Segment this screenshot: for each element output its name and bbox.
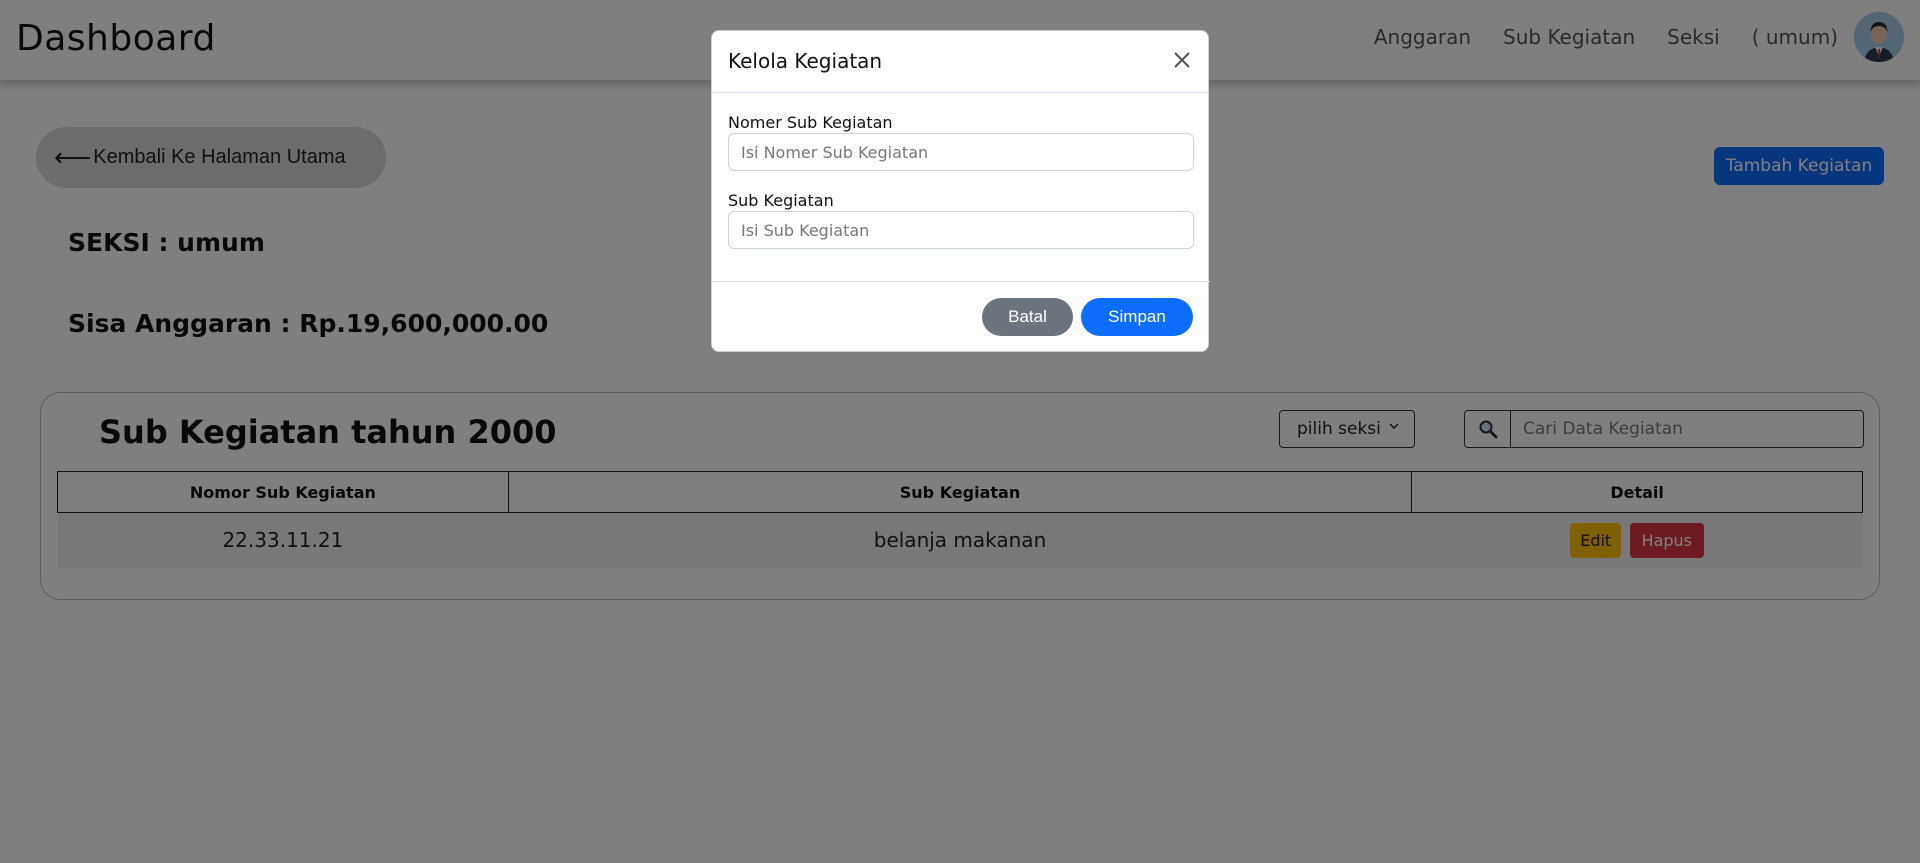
kelola-kegiatan-modal: Kelola Kegiatan Nomer Sub Kegiatan Sub K… [711,30,1210,353]
save-button[interactable]: Simpan [1081,298,1193,336]
modal-title: Kelola Kegiatan [728,49,883,73]
modal-body: Nomer Sub Kegiatan Sub Kegiatan [712,93,1208,312]
sub-kegiatan-input[interactable] [728,211,1194,249]
modal-footer: Batal Simpan [712,281,1210,353]
close-icon[interactable] [1170,48,1194,72]
nomer-sub-kegiatan-input[interactable] [728,133,1194,171]
modal-header: Kelola Kegiatan [712,31,1208,93]
nomer-sub-kegiatan-label: Nomer Sub Kegiatan [728,113,893,132]
sub-kegiatan-label: Sub Kegiatan [728,191,834,210]
cancel-button[interactable]: Batal [982,298,1073,336]
